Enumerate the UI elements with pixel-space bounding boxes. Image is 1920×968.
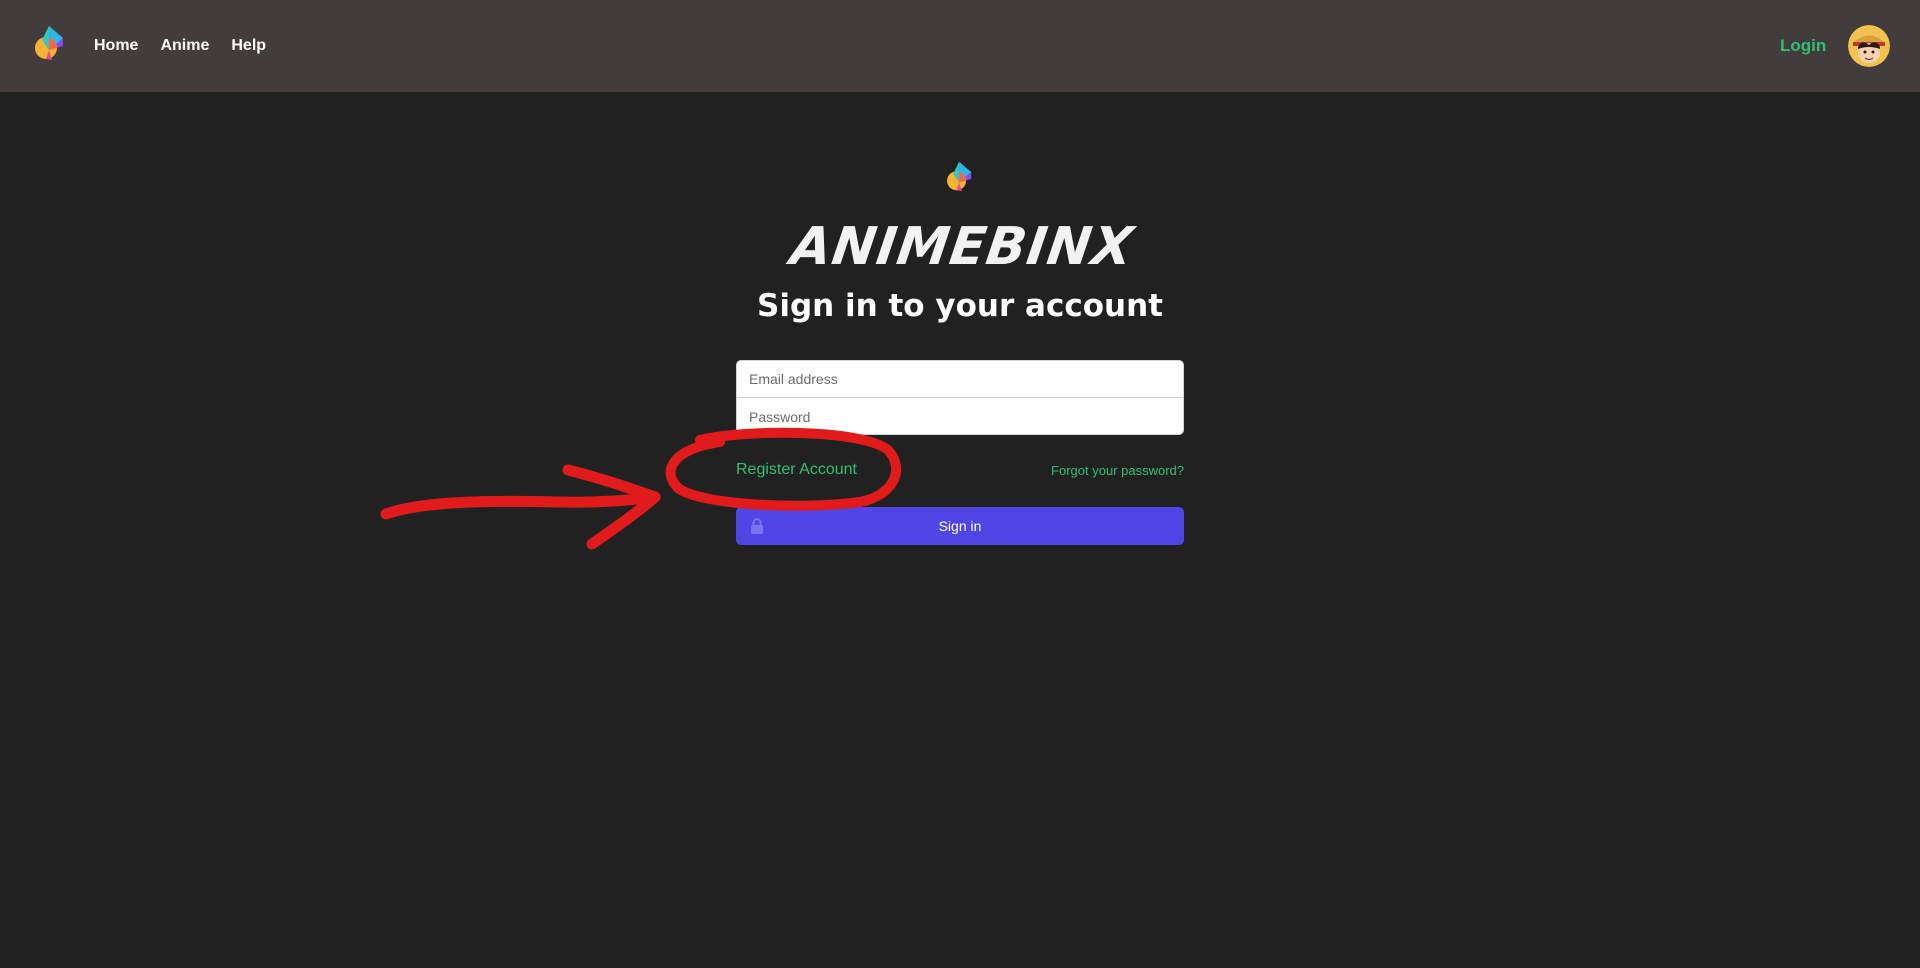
nav-link-anime[interactable]: Anime <box>160 37 209 55</box>
login-form <box>736 360 1184 435</box>
brand-wordmark: ANIMEBINX <box>783 217 1139 276</box>
svg-text:ANIMEBINX: ANIMEBINX <box>783 217 1139 276</box>
user-avatar[interactable] <box>1848 25 1890 67</box>
sign-in-label: Sign in <box>938 518 982 534</box>
email-field[interactable] <box>737 361 1183 398</box>
lock-icon <box>751 518 763 534</box>
nav-login-link[interactable]: Login <box>1780 0 1826 92</box>
page-title: Sign in to your account <box>757 288 1163 324</box>
nav-link-home[interactable]: Home <box>94 37 138 55</box>
annotation-arrow-shaft <box>380 491 661 520</box>
main-nav: Home Anime Help <box>94 0 288 92</box>
app-logo-icon[interactable] <box>32 24 68 68</box>
annotation-arrow-head-bottom <box>586 491 661 550</box>
annotation-overlay <box>380 427 902 550</box>
password-field[interactable] <box>737 398 1183 434</box>
register-account-link[interactable]: Register Account <box>736 461 857 479</box>
nav-link-help[interactable]: Help <box>231 37 266 55</box>
top-navbar: Home Anime Help Login <box>0 0 1920 92</box>
sign-in-button[interactable]: Sign in <box>736 507 1184 545</box>
forgot-password-link[interactable]: Forgot your password? <box>1040 463 1184 478</box>
annotation-arrow-head-top <box>562 464 661 503</box>
app-logo-icon <box>947 161 972 192</box>
